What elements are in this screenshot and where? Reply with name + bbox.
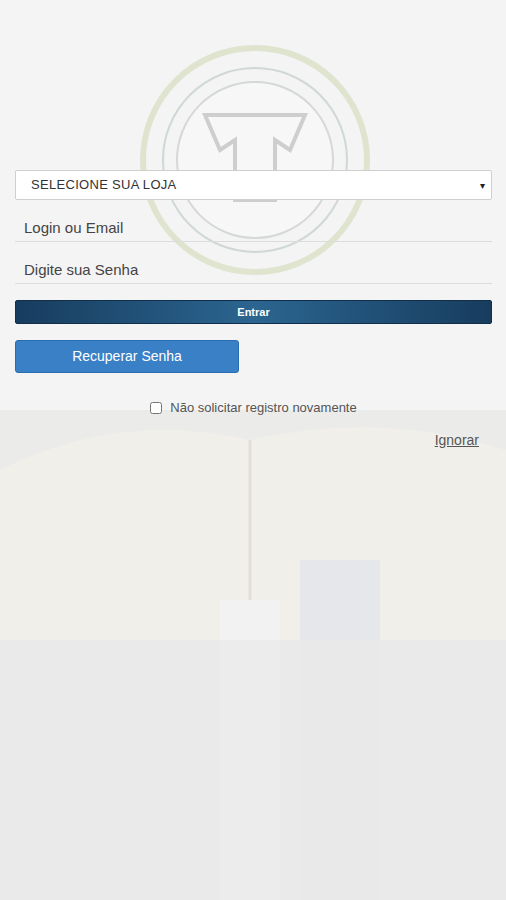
dropdown-arrow-icon: ▾: [480, 178, 485, 193]
remember-row: Não solicitar registro novamente: [15, 398, 492, 418]
store-select[interactable]: SELECIONE SUA LOJA ▾: [15, 170, 492, 200]
skip-row: Ignorar: [15, 430, 492, 451]
password-input[interactable]: [15, 257, 492, 284]
background-picture: [0, 0, 506, 900]
skip-link[interactable]: Ignorar: [435, 430, 479, 451]
recover-password-button[interactable]: Recuperar Senha: [15, 340, 239, 373]
login-input[interactable]: [15, 215, 492, 242]
enter-button[interactable]: Entrar: [15, 300, 492, 324]
store-select-label: SELECIONE SUA LOJA: [31, 175, 177, 195]
remember-label[interactable]: Não solicitar registro novamente: [170, 398, 356, 418]
remember-checkbox[interactable]: [150, 402, 162, 414]
